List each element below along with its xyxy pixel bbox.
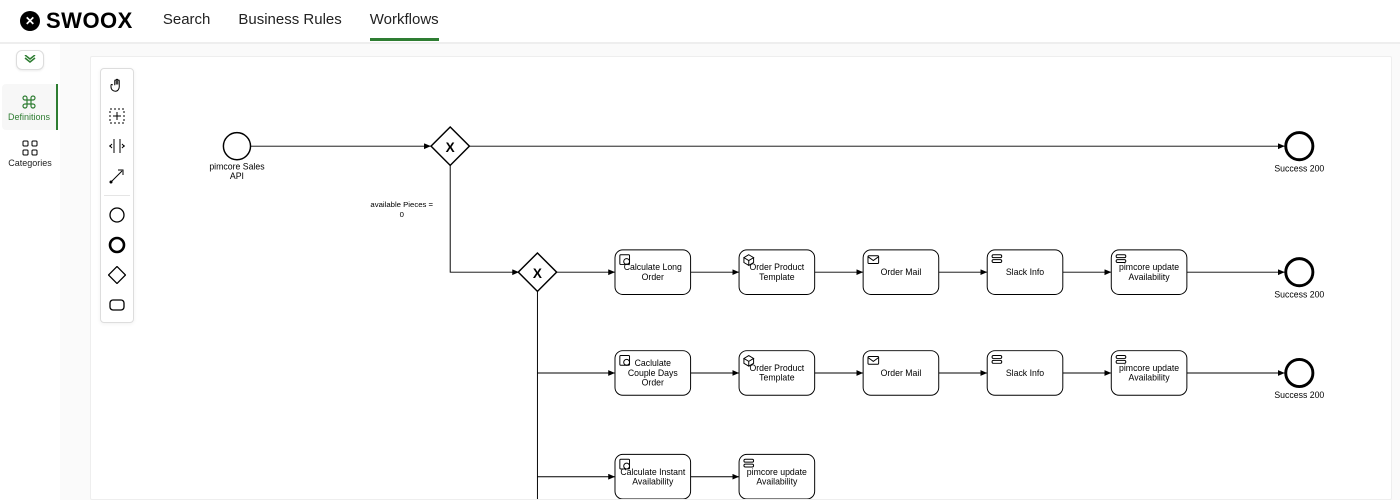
rail-categories[interactable]: Categories <box>2 130 58 176</box>
tool-lasso[interactable] <box>104 103 130 129</box>
end-event-1[interactable] <box>1286 133 1313 160</box>
end-event-2[interactable] <box>1286 259 1313 286</box>
svg-text:X: X <box>533 266 542 281</box>
tool-task[interactable] <box>104 292 130 318</box>
tool-start-event[interactable] <box>104 202 130 228</box>
rail-definitions-label: Definitions <box>8 112 50 122</box>
tool-hand[interactable] <box>104 73 130 99</box>
gateway-2[interactable]: X <box>518 253 556 291</box>
canvas-wrap: pimcore SalesAPI X available Pieces =0 S… <box>60 44 1400 500</box>
start-event[interactable] <box>223 133 250 160</box>
tool-space[interactable] <box>104 133 130 159</box>
chevron-down-icon <box>24 55 36 65</box>
end-event-3[interactable] <box>1286 359 1313 386</box>
gateway-1[interactable]: X <box>431 127 469 165</box>
workflow-canvas[interactable]: pimcore SalesAPI X available Pieces =0 S… <box>90 56 1392 500</box>
rail-categories-label: Categories <box>8 158 52 168</box>
end-event-2-label: Success 200 <box>1274 289 1324 299</box>
brand-text: SWOOX <box>46 8 133 34</box>
collapse-button[interactable] <box>16 50 44 70</box>
command-icon <box>19 92 39 112</box>
nav-workflows[interactable]: Workflows <box>370 1 439 41</box>
brand-mark-icon: ✕ <box>20 11 40 31</box>
end-event-1-label: Success 200 <box>1274 163 1324 173</box>
svg-text:Order Mail: Order Mail <box>881 368 922 378</box>
start-event-label: pimcore SalesAPI <box>209 161 265 181</box>
tool-palette <box>100 68 134 323</box>
tool-gateway[interactable] <box>104 262 130 288</box>
nav-links: Search Business Rules Workflows <box>163 1 439 41</box>
left-rail: Definitions Categories <box>0 44 60 500</box>
brand-logo: ✕ SWOOX <box>20 8 133 34</box>
tool-end-event[interactable] <box>104 232 130 258</box>
bpmn-diagram: pimcore SalesAPI X available Pieces =0 S… <box>91 57 1391 499</box>
rail-definitions[interactable]: Definitions <box>2 84 58 130</box>
svg-text:Order Mail: Order Mail <box>881 267 922 277</box>
gateway-1-label: available Pieces =0 <box>370 200 433 219</box>
edge-g1-g2 <box>450 166 519 273</box>
grid-icon <box>20 138 40 158</box>
svg-text:Slack Info: Slack Info <box>1006 267 1044 277</box>
svg-text:X: X <box>446 140 455 155</box>
tool-connect[interactable] <box>104 163 130 189</box>
nav-search[interactable]: Search <box>163 1 211 41</box>
svg-text:Slack Info: Slack Info <box>1006 368 1044 378</box>
top-nav: ✕ SWOOX Search Business Rules Workflows <box>0 0 1400 44</box>
end-event-3-label: Success 200 <box>1274 390 1324 400</box>
nav-business-rules[interactable]: Business Rules <box>238 1 341 41</box>
